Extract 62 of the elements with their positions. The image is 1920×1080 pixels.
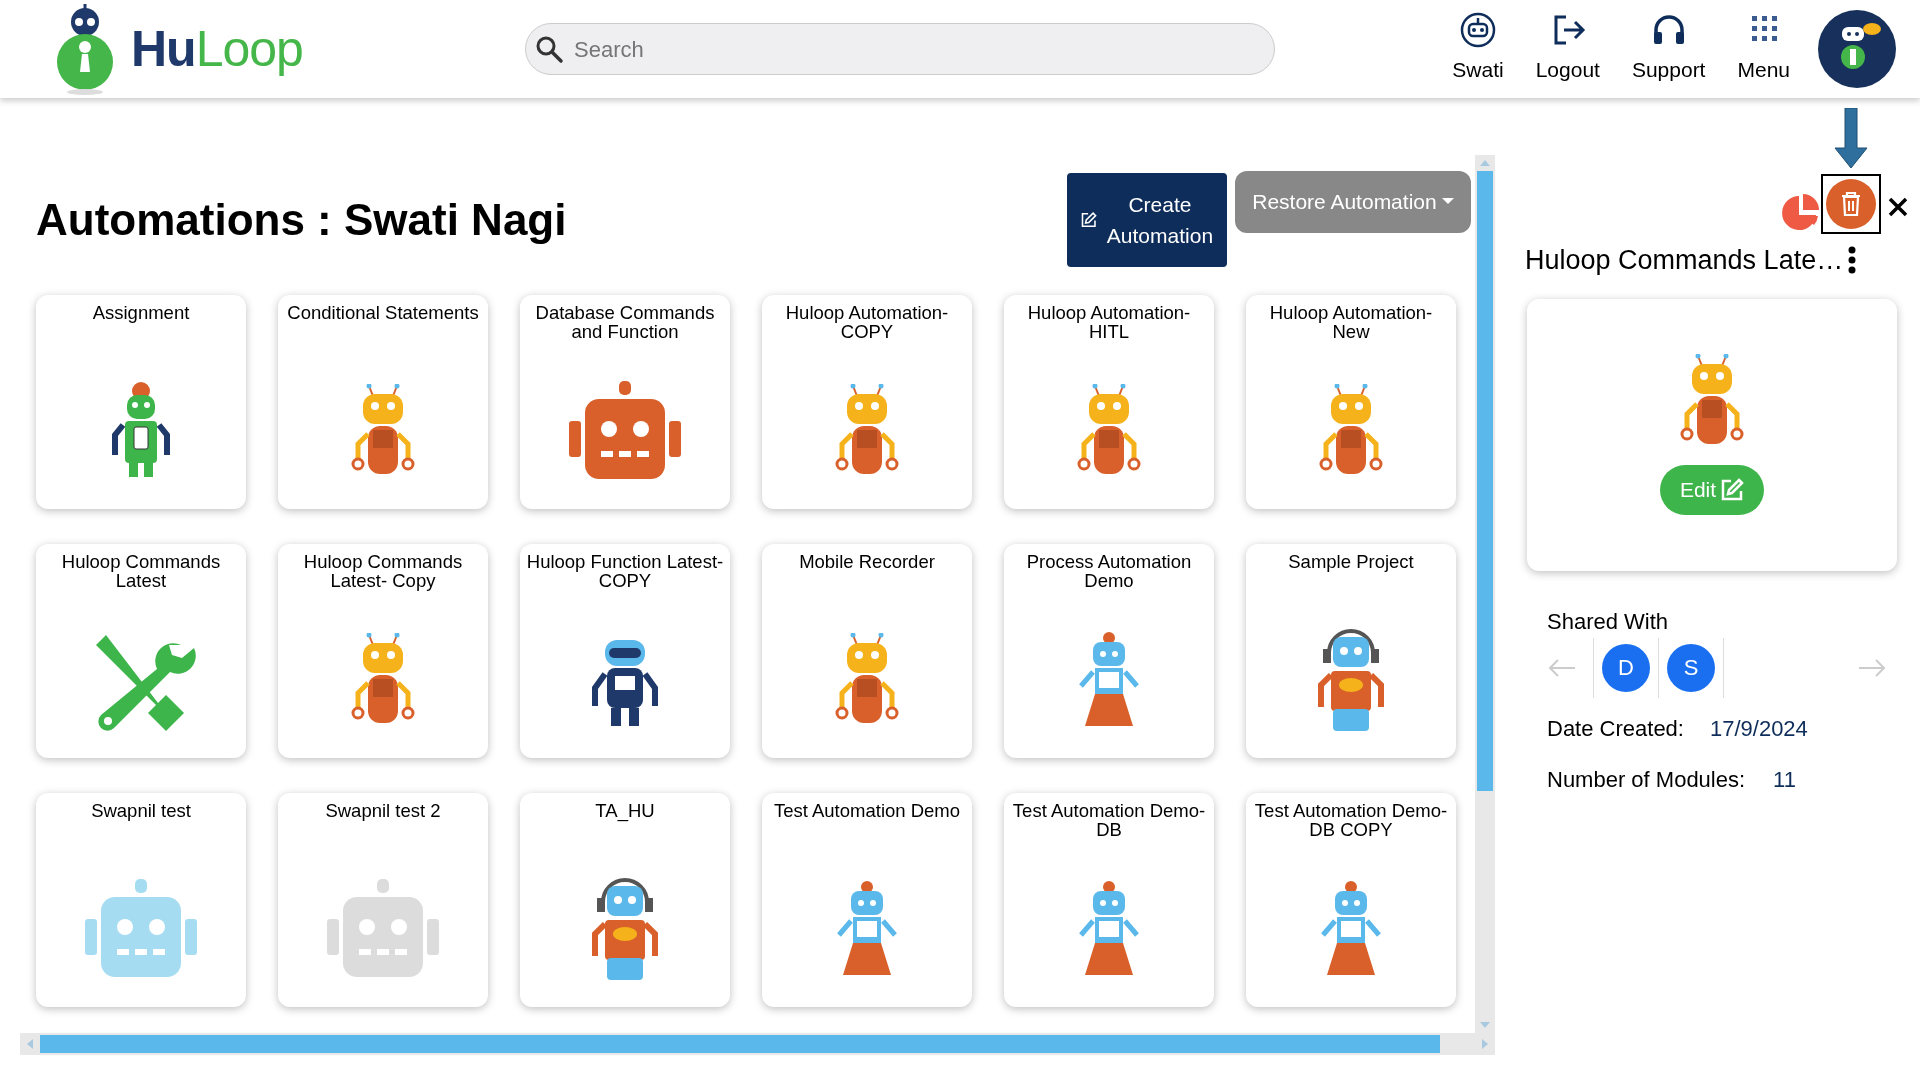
down-arrow-icon [1833, 108, 1869, 168]
field-value: 11 [1773, 765, 1796, 794]
field-value: 17/9/2024 [1709, 714, 1808, 743]
card-title: Conditional Statements [287, 303, 479, 325]
automation-card[interactable]: Test Automation Demo-DB COPY [1246, 793, 1456, 1007]
restore-automation-dropdown[interactable]: Restore Automation [1235, 171, 1471, 233]
trash-icon [1839, 191, 1863, 217]
automation-card[interactable]: Database Commands and Function [520, 295, 730, 509]
automation-card[interactable]: Sample Project [1246, 544, 1456, 758]
card-title: Swapnil test 2 [325, 801, 441, 823]
page-title: Automations : Swati Nagi [36, 193, 567, 246]
nav-menu-button[interactable]: Menu [1733, 11, 1794, 87]
logo-text: HuLoop [131, 19, 303, 79]
card-title: Swapnil test [91, 801, 191, 823]
automation-card[interactable]: TA_HU [520, 793, 730, 1007]
card-title: Process Automation Demo [1025, 552, 1193, 593]
card-title: TA_HU [595, 801, 655, 824]
card-title: Test Automation Demo-DB COPY [1253, 801, 1449, 842]
vertical-scrollbar[interactable] [1475, 155, 1495, 1033]
automation-card[interactable]: Assignment [36, 295, 246, 509]
robot-icon [1460, 12, 1496, 49]
automation-card[interactable]: Process Automation Demo [1004, 544, 1214, 758]
automation-card[interactable]: Test Automation Demo [762, 793, 972, 1007]
search-icon [534, 34, 564, 64]
automation-card[interactable]: Swapnil test 2 [278, 793, 488, 1007]
automation-card[interactable]: Huloop Function Latest-COPY [520, 544, 730, 758]
card-title: Mobile Recorder [799, 552, 935, 574]
card-title: Huloop Automation-New [1268, 303, 1434, 344]
automation-card[interactable]: Huloop Automation-COPY [762, 295, 972, 509]
robot-logo-icon [55, 2, 115, 96]
close-icon[interactable] [1887, 196, 1909, 218]
field-label: Number of Modules: [1547, 765, 1746, 794]
card-title: Database Commands and Function [534, 303, 716, 344]
card-title: Huloop Commands Latest [60, 552, 222, 593]
automation-card[interactable]: Test Automation Demo-DB [1004, 793, 1214, 1007]
shared-with-label: Shared With [1547, 607, 1670, 636]
nav-logout-button[interactable]: Logout [1531, 11, 1604, 87]
card-title: Test Automation Demo-DB [1011, 801, 1207, 842]
automation-card[interactable]: Swapnil test [36, 793, 246, 1007]
edit-icon [1720, 478, 1745, 502]
more-vertical-icon[interactable] [1847, 246, 1858, 275]
card-title: Sample Project [1288, 552, 1414, 574]
automation-card[interactable]: Huloop Commands Latest [36, 544, 246, 758]
automation-card[interactable]: Mobile Recorder [762, 544, 972, 758]
field-label: Date Created: [1547, 714, 1684, 743]
automation-card[interactable]: Huloop Automation-HITL [1004, 295, 1214, 509]
user-initial-avatar[interactable]: S [1667, 643, 1715, 692]
create-automation-button[interactable]: Create Automation [1067, 173, 1228, 267]
card-title: Huloop Automation-COPY [784, 303, 950, 344]
automation-card[interactable]: Huloop Automation-New [1246, 295, 1456, 509]
card-title: Test Automation Demo [773, 801, 961, 823]
card-title: Huloop Commands Latest- Copy [302, 552, 464, 593]
card-title: Huloop Function Latest-COPY [526, 552, 724, 593]
automation-card[interactable]: Conditional Statements [278, 295, 488, 509]
card-title: Assignment [92, 303, 190, 325]
nav-user-button[interactable]: Swati [1448, 11, 1508, 87]
horizontal-scrollbar[interactable] [20, 1033, 1495, 1055]
card-title: Huloop Automation-HITL [1026, 303, 1192, 344]
nav-support-button[interactable]: Support [1627, 11, 1710, 87]
automation-card[interactable]: Huloop Commands Latest- Copy [278, 544, 488, 758]
user-initial-avatar[interactable]: D [1602, 643, 1650, 692]
automation-name: Huloop Commands Late… [1525, 244, 1844, 277]
